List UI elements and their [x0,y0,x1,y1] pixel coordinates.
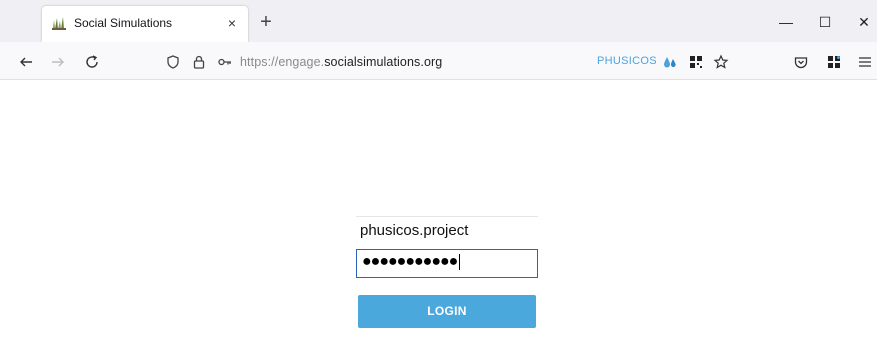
water-drops-icon[interactable] [658,50,682,74]
pocket-icon[interactable] [789,50,813,74]
url-field[interactable]: https://engage.socialsimulations.org [240,55,442,69]
close-window-button[interactable]: ✕ [854,12,874,32]
tab-social-simulations[interactable]: Social Simulations × [42,6,248,42]
key-icon[interactable] [213,50,237,74]
new-tab-button[interactable]: + [255,12,277,34]
grass-leaf-icon [51,15,67,31]
shield-icon[interactable] [161,50,185,74]
maximize-button[interactable]: ☐ [815,12,835,32]
tab-close-icon[interactable]: × [223,14,241,32]
reload-icon[interactable] [80,50,104,74]
minimize-button[interactable]: — [776,12,796,32]
lock-icon[interactable] [187,50,211,74]
password-mask: ●●●●●●●●●●● [362,253,458,270]
qr-grid-icon[interactable] [684,50,708,74]
url-prefix: https://engage. [240,55,325,69]
menu-icon[interactable] [853,50,877,74]
tab-title: Social Simulations [74,16,173,30]
url-host: socialsimulations.org [324,55,443,69]
login-button[interactable]: LOGIN [358,295,536,328]
star-icon[interactable] [709,50,733,74]
password-field[interactable]: ●●●●●●●●●●● [356,249,538,278]
username-field[interactable]: phusicos.project [356,216,538,246]
extensions-icon[interactable] [822,50,846,74]
back-icon[interactable] [14,50,38,74]
phusicos-extension-label[interactable]: PHUSICOS [597,55,657,67]
forward-icon[interactable] [46,50,70,74]
text-caret [459,253,461,270]
